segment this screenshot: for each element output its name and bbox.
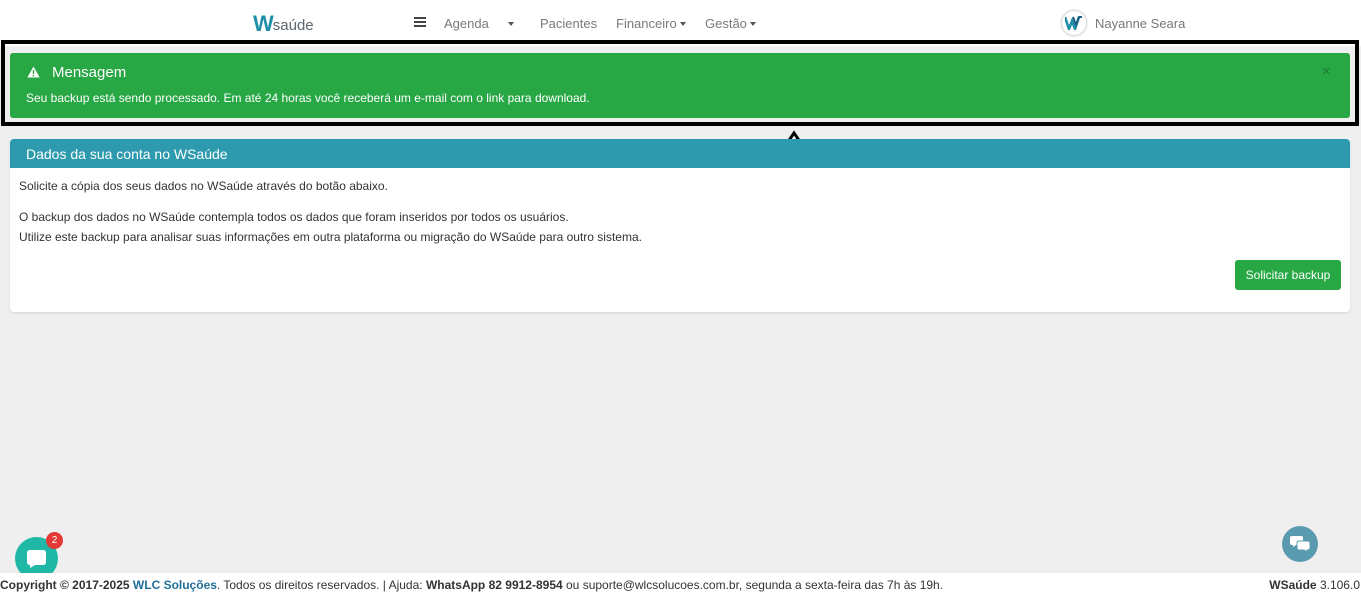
nav-agenda-dropdown-toggle[interactable] — [505, 16, 514, 31]
chat-bubble-icon — [27, 550, 46, 568]
user-avatar[interactable] — [1061, 10, 1087, 36]
card-intro-text: Solicite a cópia dos seus dados no WSaúd… — [19, 179, 388, 193]
user-name[interactable]: Nayanne Seara — [1095, 16, 1185, 31]
version-number: 3.106.0 — [1319, 578, 1360, 592]
app-name: WSaúde — [1269, 578, 1317, 592]
nav-pacientes-label: Pacientes — [540, 16, 598, 31]
chat-bubbles-icon — [1290, 536, 1310, 553]
close-icon[interactable]: × — [1322, 63, 1331, 80]
support-chat-button[interactable] — [1282, 526, 1318, 562]
footer: Copyright © 2017-2025 WLC Soluções. Todo… — [0, 573, 1361, 593]
account-data-card: Dados da sua conta no WSaúde Solicite a … — [10, 139, 1350, 312]
alert-title: Mensagem — [52, 64, 127, 81]
wlc-logo-icon — [1065, 16, 1082, 30]
logo-text: saúde — [272, 17, 314, 34]
caret-down-icon — [749, 21, 756, 26]
nav-financeiro[interactable]: Financeiro — [616, 16, 686, 31]
chat-unread-badge: 2 — [46, 532, 63, 549]
success-alert: Mensagem Seu backup está sendo processad… — [10, 53, 1350, 118]
nav-agenda-label: Agenda — [444, 16, 489, 31]
footer-copyright: Copyright © 2017-2025 WLC Soluções. Todo… — [0, 578, 943, 592]
nav-agenda[interactable]: Agenda — [444, 16, 489, 31]
footer-version: WSaúde 3.106.0 — [1269, 578, 1360, 592]
nav-gestao[interactable]: Gestão — [705, 16, 756, 31]
alert-message: Seu backup está sendo processado. Em até… — [26, 91, 590, 105]
nav-financeiro-label: Financeiro — [616, 16, 677, 31]
card-title: Dados da sua conta no WSaúde — [10, 139, 1350, 168]
rights-text: . Todos os direitos reservados. | Ajuda: — [216, 578, 426, 592]
nav-pacientes[interactable]: Pacientes — [540, 16, 597, 31]
request-backup-button[interactable]: Solicitar backup — [1235, 260, 1341, 290]
logo-mark: W — [253, 11, 274, 36]
caret-down-icon — [679, 21, 686, 26]
card-description-text: O backup dos dados no WSaúde contempla t… — [19, 210, 569, 224]
caret-down-icon — [508, 21, 514, 26]
whatsapp-contact: WhatsApp 82 9912-8954 — [425, 578, 563, 592]
copyright-text: Copyright © 2017-2025 — [0, 578, 130, 592]
warning-icon — [27, 66, 40, 78]
nav-gestao-label: Gestão — [705, 16, 747, 31]
hamburger-menu-icon[interactable] — [414, 17, 426, 27]
card-usage-text: Utilize este backup para analisar suas i… — [19, 230, 642, 244]
wsaude-logo[interactable]: W saúde — [253, 10, 314, 36]
support-text: ou suporte@wlcsolucoes.com.br, segunda a… — [562, 578, 944, 592]
company-link[interactable]: WLC Soluções — [133, 578, 217, 592]
